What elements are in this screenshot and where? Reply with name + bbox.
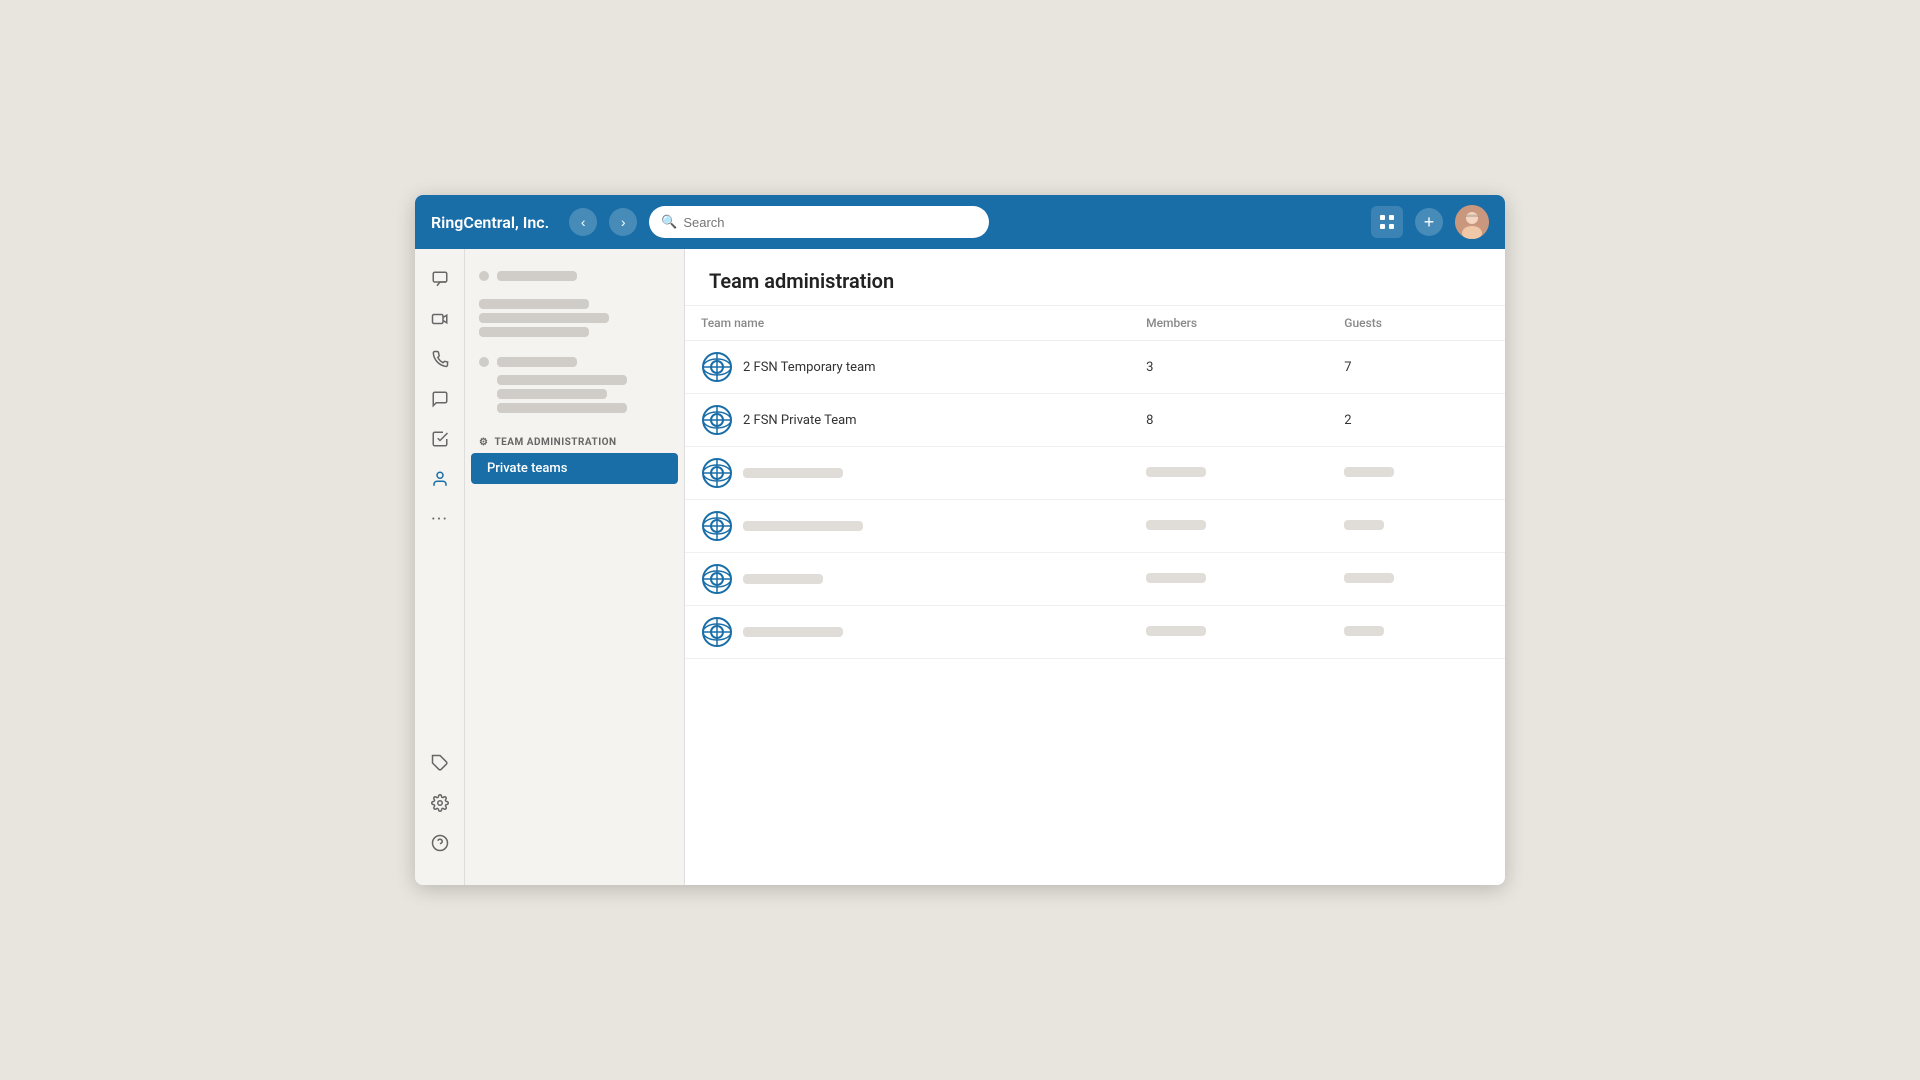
col-team-name: Team name (685, 306, 1130, 341)
nav-item-private-teams[interactable]: Private teams (471, 453, 678, 484)
loading-bar (1344, 520, 1384, 530)
sidebar-icon-message[interactable] (422, 381, 458, 417)
skeleton-bar (479, 327, 589, 337)
skeleton-bar (479, 299, 589, 309)
loading-bar (743, 627, 843, 637)
apps-grid-button[interactable] (1371, 206, 1403, 238)
team-icon-loading (701, 616, 733, 648)
main-layout: ··· (415, 249, 1505, 885)
sidebar-icon-chat[interactable] (422, 261, 458, 297)
table-row-loading (685, 447, 1505, 500)
sidebar-icon-more[interactable]: ··· (422, 501, 458, 537)
sidebar-icon-video[interactable] (422, 301, 458, 337)
team-name: 2 FSN Temporary team (743, 360, 876, 375)
loading-bar (743, 574, 823, 584)
avatar-image (1455, 205, 1489, 239)
loading-bar (743, 521, 863, 531)
skeleton-bar (497, 389, 607, 399)
team-icon (701, 404, 733, 436)
add-button[interactable]: + (1415, 208, 1443, 236)
sidebar-bottom (422, 745, 458, 873)
skeleton-bar (497, 403, 627, 413)
avatar[interactable] (1455, 205, 1489, 239)
table-header: Team name Members Guests (685, 306, 1505, 341)
members-cell: 8 (1130, 394, 1328, 447)
team-icon (701, 351, 733, 383)
col-members: Members (1130, 306, 1328, 341)
content-area: Team administration Team name Members Gu… (685, 249, 1505, 885)
skeleton-bar (479, 313, 609, 323)
table-row-loading (685, 500, 1505, 553)
loading-bar (1146, 520, 1206, 530)
loading-bar (1146, 626, 1206, 636)
page-title: Team administration (709, 269, 1481, 293)
sidebar-icon-settings[interactable] (422, 785, 458, 821)
forward-button[interactable]: › (609, 208, 637, 236)
team-name-cell: 2 FSN Temporary team (685, 341, 1130, 394)
table-body: 2 FSN Temporary team 3 7 (685, 341, 1505, 659)
search-input[interactable] (683, 215, 977, 230)
team-icon-loading (701, 510, 733, 542)
table-row-loading (685, 553, 1505, 606)
app-window: RingCentral, Inc. ‹ › 🔍 + (415, 195, 1505, 885)
loading-bar (1344, 467, 1394, 477)
guests-cell: 7 (1328, 341, 1505, 394)
sidebar-icon-help[interactable] (422, 825, 458, 861)
sidebar-icon-contacts[interactable] (422, 461, 458, 497)
skeleton-circle (479, 357, 489, 367)
nav-skeleton-group-1 (465, 261, 684, 291)
top-bar: RingCentral, Inc. ‹ › 🔍 + (415, 195, 1505, 249)
search-bar: 🔍 (649, 206, 989, 238)
sidebar-icon-tasks[interactable] (422, 421, 458, 457)
sidebar-icon-phone[interactable] (422, 341, 458, 377)
skeleton-bar (497, 357, 577, 367)
loading-bar (1146, 467, 1206, 477)
loading-bar (1344, 573, 1394, 583)
skeleton-bar (497, 375, 627, 385)
content-header: Team administration (685, 249, 1505, 306)
loading-bar (1146, 573, 1206, 583)
skeleton-bar (497, 271, 577, 281)
team-icon-loading (701, 563, 733, 595)
team-cell: 2 FSN Private Team (701, 404, 1114, 436)
team-name: 2 FSN Private Team (743, 413, 857, 428)
col-guests: Guests (1328, 306, 1505, 341)
team-cell: 2 FSN Temporary team (701, 351, 1114, 383)
skeleton-circle (479, 271, 489, 281)
app-title: RingCentral, Inc. (431, 213, 549, 232)
loading-bar (1344, 626, 1384, 636)
table-row-loading (685, 606, 1505, 659)
gear-icon: ⚙ (479, 437, 488, 448)
guests-cell: 2 (1328, 394, 1505, 447)
members-cell: 3 (1130, 341, 1328, 394)
back-button[interactable]: ‹ (569, 208, 597, 236)
icon-sidebar: ··· (415, 249, 465, 885)
top-right-actions: + (1371, 205, 1489, 239)
nav-section-team-admin: ⚙ TEAM ADMINISTRATION (465, 425, 684, 452)
admin-table: Team name Members Guests (685, 306, 1505, 659)
team-icon-loading (701, 457, 733, 489)
nav-panel: ⚙ TEAM ADMINISTRATION Private teams (465, 249, 685, 885)
table-row[interactable]: 2 FSN Temporary team 3 7 (685, 341, 1505, 394)
sidebar-icon-extensions[interactable] (422, 745, 458, 781)
loading-bar (743, 468, 843, 478)
team-name-cell: 2 FSN Private Team (685, 394, 1130, 447)
search-icon: 🔍 (661, 215, 677, 230)
table-row[interactable]: 2 FSN Private Team 8 2 (685, 394, 1505, 447)
